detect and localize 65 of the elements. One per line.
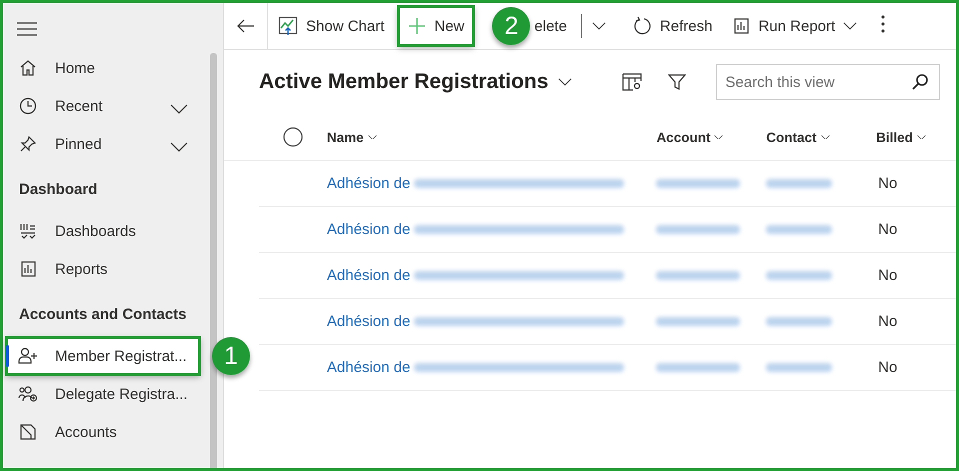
- blurred-text: [766, 179, 832, 188]
- toolbar-button[interactable]: Refresh: [622, 6, 722, 46]
- search-box[interactable]: Search this view: [716, 64, 940, 100]
- scrollbar[interactable]: [210, 53, 217, 468]
- chevron-icon[interactable]: [170, 104, 188, 114]
- table-cell-text: No: [877, 359, 898, 376]
- selection-bar: [6, 345, 9, 367]
- nav-item[interactable]: Home: [3, 49, 202, 87]
- nav-item[interactable]: Pinned: [3, 125, 202, 163]
- column-header[interactable]: Billed: [876, 130, 926, 144]
- person-add-icon: [18, 347, 38, 365]
- report-icon: [732, 17, 750, 35]
- back-icon[interactable]: [236, 19, 254, 33]
- toolbar-button[interactable]: Show Chart: [268, 6, 394, 46]
- chevron-icon: [714, 134, 724, 140]
- blurred-text: [766, 271, 832, 280]
- account-icon: [19, 423, 37, 441]
- toolbar-button[interactable]: Run Report: [722, 6, 868, 46]
- record-link[interactable]: Adhésion de: [326, 313, 410, 330]
- column-header[interactable]: Account: [656, 130, 724, 144]
- record-link[interactable]: Adhésion de: [326, 267, 410, 284]
- chevron-icon[interactable]: [170, 142, 188, 152]
- chevron-icon: [558, 78, 572, 86]
- view-title[interactable]: Active Member Registrations: [259, 70, 548, 94]
- callout-badge: 2: [492, 7, 530, 45]
- select-all-checkbox[interactable]: [282, 127, 303, 147]
- home-icon: [19, 59, 37, 77]
- nav-item[interactable]: Dashboards: [3, 212, 202, 250]
- blurred-text: [766, 363, 832, 372]
- nav-item[interactable]: Accounts: [3, 413, 202, 451]
- refresh-icon: [632, 16, 652, 36]
- table-cell-text: No: [877, 221, 898, 238]
- column-settings-icon[interactable]: [622, 73, 642, 91]
- nav-item[interactable]: Reports: [3, 250, 202, 288]
- chart-icon: [278, 16, 298, 36]
- report-icon: [19, 260, 37, 278]
- record-link[interactable]: Adhésion de: [326, 175, 410, 192]
- filter-icon[interactable]: [668, 73, 686, 91]
- pin-icon: [19, 135, 37, 153]
- blurred-text: [766, 225, 832, 234]
- section-heading: Dashboard: [19, 181, 98, 198]
- section-heading: Accounts and Contacts: [19, 306, 187, 323]
- table-cell-text: No: [877, 267, 898, 284]
- table-cell-text: No: [877, 175, 898, 192]
- split-dropdown-icon[interactable]: [592, 22, 606, 30]
- plus-icon: [408, 17, 426, 35]
- column-header[interactable]: Name: [326, 130, 377, 144]
- nav-item[interactable]: Delegate Registra...: [3, 375, 202, 413]
- toolbar-button[interactable]: elete: [532, 6, 577, 46]
- toolbar-button[interactable]: New: [398, 6, 474, 46]
- record-link[interactable]: Adhésion de: [326, 359, 410, 376]
- more-icon[interactable]: [881, 15, 886, 33]
- chevron-icon: [820, 134, 830, 140]
- chevron-icon: [368, 134, 377, 140]
- callout-badge: 1: [212, 337, 250, 375]
- blurred-text: [766, 317, 832, 326]
- column-header[interactable]: Contact: [766, 130, 830, 144]
- group-icon: [18, 385, 38, 403]
- record-link[interactable]: Adhésion de: [326, 221, 410, 238]
- search-icon[interactable]: [911, 73, 930, 91]
- table-cell-text: No: [877, 313, 898, 330]
- clock-icon: [19, 97, 37, 115]
- nav-item[interactable]: Recent: [3, 87, 202, 125]
- chevron-icon: [916, 134, 926, 140]
- dashboard-icon: [19, 222, 37, 240]
